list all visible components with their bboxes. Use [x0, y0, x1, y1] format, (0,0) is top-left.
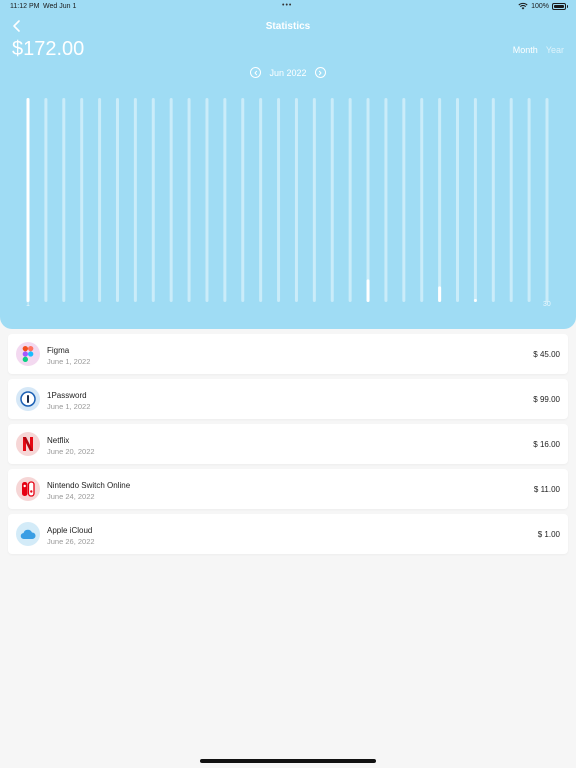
chart-track-day-19	[348, 98, 352, 302]
transaction-date: June 1, 2022	[47, 402, 91, 411]
chart-track-day-14	[259, 98, 263, 302]
chart-track-day-11	[205, 98, 209, 302]
status-date: Wed Jun 1	[43, 3, 77, 10]
chart-track-day-18	[330, 98, 334, 302]
chart-bar-day-1[interactable]	[26, 98, 30, 302]
icloud-icon	[16, 522, 40, 546]
transaction-name: Figma	[47, 346, 70, 355]
period-month-button[interactable]: Month	[513, 45, 538, 55]
chart-track-day-27	[491, 98, 495, 302]
chevron-right-icon	[318, 70, 322, 75]
stats-header: 11:12 PM Wed Jun 1 ••• 100% Statistics $…	[0, 0, 576, 329]
previous-month-button[interactable]	[250, 67, 262, 78]
chart-track-day-5	[98, 98, 102, 302]
x-axis-start-label: 1	[26, 301, 30, 308]
chart-track-day-6	[115, 98, 119, 302]
chart-track-day-28	[509, 98, 513, 302]
chart-track-day-17	[312, 98, 316, 302]
chart-bar-day-26[interactable]	[473, 299, 477, 302]
transaction-date: June 26, 2022	[47, 537, 95, 546]
netflix-icon	[16, 432, 40, 456]
transaction-name: 1Password	[47, 391, 87, 400]
transaction-row-figma[interactable]: Figma June 1, 2022 $ 45.00	[8, 334, 568, 374]
month-label: Jun 2022	[269, 67, 307, 78]
daily-spending-chart	[26, 98, 549, 302]
figma-icon	[16, 342, 40, 366]
transaction-date: June 1, 2022	[47, 357, 91, 366]
transaction-name: Nintendo Switch Online	[47, 481, 131, 490]
chart-track-day-13	[241, 98, 245, 302]
status-time: 11:12 PM	[10, 3, 40, 10]
chart-track-day-12	[223, 98, 227, 302]
chart-track-day-24	[438, 98, 442, 302]
chevron-left-icon	[254, 70, 258, 75]
transaction-row-1password[interactable]: 1Password June 1, 2022 $ 99.00	[8, 379, 568, 419]
chart-track-day-26	[473, 98, 477, 302]
transaction-date: June 24, 2022	[47, 492, 95, 501]
chart-track-day-16	[294, 98, 298, 302]
chart-track-day-2	[44, 98, 48, 302]
transaction-name: Netflix	[47, 436, 70, 445]
status-right: 100%	[518, 2, 568, 10]
battery-icon	[552, 2, 568, 10]
status-bar: 11:12 PM Wed Jun 1 ••• 100%	[0, 0, 576, 14]
next-month-button[interactable]	[314, 67, 326, 78]
chart-bar-day-24[interactable]	[438, 286, 442, 302]
transaction-amount: $ 11.00	[533, 485, 560, 494]
chart-track-day-29	[527, 98, 531, 302]
chart-track-day-9	[169, 98, 173, 302]
transaction-amount: $ 99.00	[533, 395, 560, 404]
transaction-amount: $ 16.00	[533, 440, 560, 449]
wifi-icon	[518, 2, 528, 10]
period-toggle: Month Year	[513, 45, 564, 55]
multitasking-dots-icon[interactable]: •••	[282, 2, 292, 9]
battery-percent: 100%	[531, 2, 549, 10]
chart-track-day-25	[456, 98, 460, 302]
transaction-date: June 20, 2022	[47, 447, 95, 456]
chart-track-day-30	[545, 98, 549, 302]
page-title: Statistics	[265, 21, 311, 32]
transaction-amount: $ 1.00	[537, 530, 560, 539]
chart-track-day-10	[187, 98, 191, 302]
chart-track-day-20	[366, 98, 370, 302]
total-amount: $172.00	[12, 38, 85, 60]
chart-track-day-21	[384, 98, 388, 302]
chart-track-day-23	[420, 98, 424, 302]
transaction-row-nintendo[interactable]: Nintendo Switch Online June 24, 2022 $ 1…	[8, 469, 568, 509]
onepassword-icon	[16, 387, 40, 411]
chart-track-day-8	[151, 98, 155, 302]
nintendo-switch-icon	[16, 477, 40, 501]
period-year-button[interactable]: Year	[546, 45, 564, 55]
transaction-name: Apple iCloud	[47, 526, 93, 535]
chart-bar-day-20[interactable]	[366, 279, 370, 302]
transaction-amount: $ 45.00	[533, 350, 560, 359]
chart-track-day-4	[80, 98, 84, 302]
chart-track-day-3	[62, 98, 66, 302]
transaction-row-netflix[interactable]: Netflix June 20, 2022 $ 16.00	[8, 424, 568, 464]
month-nav: Jun 2022	[0, 67, 576, 78]
x-axis-end-label: 30	[543, 301, 551, 308]
transaction-list: Figma June 1, 2022 $ 45.00 1Password Jun…	[8, 334, 568, 559]
chart-track-day-22	[402, 98, 406, 302]
home-indicator	[200, 759, 376, 763]
chart-track-day-7	[133, 98, 137, 302]
transaction-row-icloud[interactable]: Apple iCloud June 26, 2022 $ 1.00	[8, 514, 568, 554]
chart-track-day-15	[277, 98, 281, 302]
